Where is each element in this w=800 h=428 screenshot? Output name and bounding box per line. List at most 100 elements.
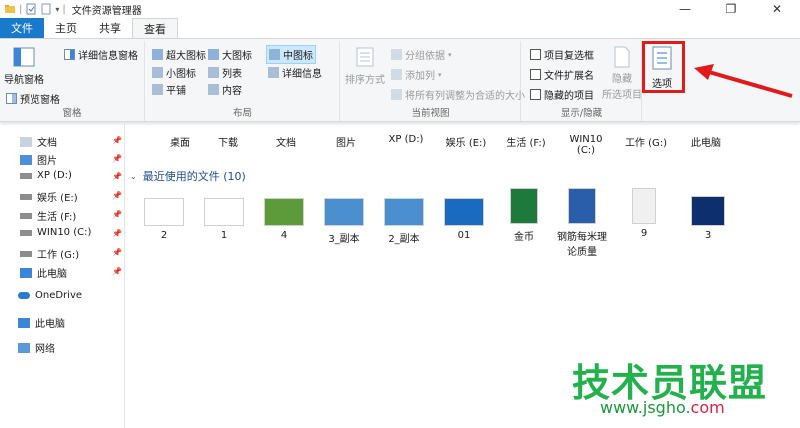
sort-by-label: 排序方式 [345, 75, 385, 86]
drive-icon [20, 193, 32, 200]
sidebar-item-documents[interactable]: 文档 [20, 134, 57, 149]
sidebar-item-drive-d[interactable]: XP (D:) [20, 170, 72, 181]
tab-home[interactable]: 主页 [44, 18, 88, 38]
file-item[interactable]: 2_副本 [380, 198, 428, 245]
folder-label: 图片 [336, 138, 356, 149]
file-label: 1 [220, 230, 228, 241]
sidebar-item-drive-f[interactable]: 生活 (F:) [20, 208, 76, 223]
size-columns-button[interactable]: 将所有列调整为合适的大小 [391, 87, 525, 102]
details-pane-icon [64, 49, 75, 60]
tab-share[interactable]: 共享 [88, 18, 132, 38]
ribbon: 导航窗格 详细信息窗格 预览窗格 窗格 超大图标 大图标 中图标 小图标 列表 … [0, 38, 800, 122]
layout-item-label: 列表 [222, 69, 242, 80]
tab-file[interactable]: 文件 [0, 18, 44, 38]
layout-extra-large-icons[interactable]: 超大图标 [152, 47, 206, 62]
show-hide-group-label: 显示/隐藏 [560, 108, 603, 119]
chevron-down-icon[interactable]: ⌄ [130, 172, 137, 181]
layout-tiles[interactable]: 平铺 [152, 82, 186, 97]
pin-icon[interactable]: 📌 [112, 136, 122, 145]
file-item[interactable]: 金币 [500, 188, 548, 243]
preview-pane-button[interactable]: 预览窗格 [6, 91, 60, 106]
item-checkboxes-label: 项目复选框 [544, 51, 594, 62]
pin-icon[interactable]: 📌 [112, 267, 122, 276]
file-label: 金币 [514, 232, 534, 243]
drive-icon [20, 172, 32, 179]
layout-content[interactable]: 内容 [208, 82, 242, 97]
quick-access-toolbar: | ▾ | [0, 3, 66, 15]
pointer-arrow [694, 64, 793, 98]
sort-by-button[interactable]: 排序方式 [345, 45, 385, 86]
sidebar-item-this-pc-quick[interactable]: 此电脑 [20, 265, 67, 280]
tab-view[interactable]: 查看 [132, 18, 178, 38]
checkbox[interactable] [530, 49, 541, 60]
pin-icon[interactable]: 📌 [112, 248, 122, 257]
navigation-pane-button[interactable]: 导航窗格 [4, 45, 44, 86]
file-label: 2_副本 [388, 234, 420, 245]
sidebar-item-this-pc[interactable]: 此电脑 [18, 315, 65, 330]
checkbox[interactable] [530, 89, 541, 100]
minimize-button[interactable]: — [662, 0, 708, 18]
customize-qat-icon[interactable]: ▾ [55, 5, 59, 14]
hide-selected-button[interactable]: 隐藏 所选项目 [602, 45, 642, 101]
file-item[interactable]: 3 [684, 196, 732, 241]
network-icon [18, 342, 30, 353]
add-column-button[interactable]: 添加列 ▾ [391, 67, 442, 82]
navigation-pane: 文档 📌 图片 📌 XP (D:) 📌 娱乐 (E:) 📌 生活 (F:) 📌 … [0, 122, 125, 428]
pin-icon[interactable]: 📌 [112, 172, 122, 181]
hide-selected-label: 所选项目 [602, 90, 642, 101]
recent-files-title: 最近使用的文件 (10) [142, 170, 246, 183]
drive-label: XP (D:) [388, 134, 424, 145]
file-item[interactable]: 01 [440, 198, 488, 241]
group-by-button[interactable]: 分组依据 ▾ [391, 47, 452, 62]
layout-item-label: 平铺 [166, 86, 186, 97]
file-item[interactable]: 3_副本 [320, 198, 368, 245]
pin-icon[interactable]: 📌 [112, 191, 122, 200]
cloud-icon [18, 292, 30, 299]
computer-icon [18, 317, 30, 328]
layout-details[interactable]: 详细信息 [268, 65, 322, 80]
sidebar-item-drive-g[interactable]: 工作 (G:) [20, 246, 79, 261]
folder-label: 下载 [218, 138, 238, 149]
new-folder-icon[interactable] [40, 3, 52, 15]
file-item[interactable]: 4 [260, 198, 308, 241]
hidden-items-toggle[interactable]: 隐藏的项目 [530, 87, 594, 102]
layout-list[interactable]: 列表 [208, 65, 242, 80]
file-item[interactable]: 钢筋每米理论质量 [548, 188, 616, 258]
sidebar-item-label: 生活 (F:) [37, 212, 77, 223]
properties-icon[interactable] [25, 3, 37, 15]
item-checkboxes-toggle[interactable]: 项目复选框 [530, 47, 594, 62]
file-label: 4 [280, 230, 288, 241]
layout-group: 超大图标 大图标 中图标 小图标 列表 详细信息 平铺 内容 布局 [146, 41, 340, 121]
file-item[interactable]: 1 [200, 198, 248, 241]
sidebar-item-drive-e[interactable]: 娱乐 (E:) [20, 189, 78, 204]
sidebar-item-network[interactable]: 网络 [18, 340, 55, 355]
image-thumbnail [324, 198, 364, 226]
file-item[interactable]: 9 [620, 188, 668, 239]
details-pane-button[interactable]: 详细信息窗格 [64, 47, 138, 62]
layout-medium-icons[interactable]: 中图标 [266, 45, 316, 64]
file-item[interactable]: 2 [140, 198, 188, 241]
close-button[interactable]: ✕ [754, 0, 800, 18]
file-label: 2 [160, 230, 168, 241]
sidebar-item-label: XP (D:) [37, 170, 72, 181]
maximize-button[interactable]: ❐ [708, 0, 754, 18]
folder-label: 此电脑 [691, 138, 721, 149]
highlight-box [642, 41, 685, 93]
tiles-icon [152, 84, 163, 95]
pin-icon[interactable]: 📌 [112, 229, 122, 238]
drive-icon [20, 229, 32, 236]
sidebar-item-onedrive[interactable]: OneDrive [18, 290, 82, 301]
pin-icon[interactable]: 📌 [112, 210, 122, 219]
sidebar-item-drive-c[interactable]: WIN10 (C:) [20, 227, 91, 238]
picture-icon [20, 154, 32, 165]
checkbox[interactable] [530, 69, 541, 80]
layout-small-icons[interactable]: 小图标 [152, 65, 196, 80]
recent-files-header[interactable]: ⌄ 最近使用的文件 (10) [130, 168, 246, 184]
separator: | [62, 3, 66, 15]
sidebar-item-pictures[interactable]: 图片 [20, 152, 57, 167]
file-label: 9 [640, 228, 648, 239]
pin-icon[interactable]: 📌 [112, 154, 122, 163]
document-icon [20, 136, 32, 147]
layout-large-icons[interactable]: 大图标 [208, 47, 252, 62]
file-extensions-toggle[interactable]: 文件扩展名 [530, 67, 594, 82]
